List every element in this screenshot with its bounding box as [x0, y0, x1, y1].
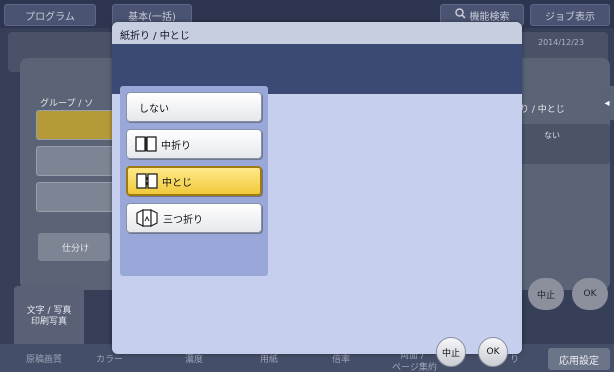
bg-option-3	[36, 182, 114, 212]
fold-staple-summary-label: り / 中とじ	[520, 105, 565, 115]
fold-staple-dialog: 紙折り / 中とじ しない 中折り 中とじ 三つ折り	[112, 22, 522, 354]
bg-option-2	[36, 146, 114, 176]
bottom-tab-combine: ページ集約	[392, 363, 437, 372]
side-tab-arrow: ◂	[600, 86, 614, 120]
application-settings-button: 応用設定	[548, 348, 610, 370]
saddle-stitch-icon	[136, 173, 158, 189]
tri-fold-icon	[135, 209, 159, 227]
sort-button: 仕分け	[38, 233, 110, 261]
option-half-fold-label: 中折り	[161, 140, 191, 152]
fold-staple-summary-value: ない	[510, 124, 610, 164]
option-saddle-stitch[interactable]: 中とじ	[126, 166, 262, 196]
job-display-button[interactable]: ジョブ表示	[530, 4, 610, 26]
stop-button[interactable]: 中止	[436, 337, 466, 367]
original-type-line2: 印刷写真	[30, 317, 67, 327]
original-type-tile: 文字 / 写真 印刷写真	[14, 286, 84, 346]
ok-button[interactable]: OK	[478, 337, 508, 367]
option-tri-fold-label: 三つ折り	[163, 214, 203, 226]
option-none-label: しない	[139, 103, 169, 115]
date-display: 2014/12/23	[538, 38, 585, 47]
option-half-fold[interactable]: 中折り	[126, 129, 262, 159]
option-saddle-stitch-label: 中とじ	[162, 177, 192, 189]
bg-stop-button: 中止	[528, 278, 564, 310]
group-sort-label: グループ / ソ	[40, 99, 94, 109]
original-type-line1: 文字 / 写真	[26, 306, 72, 316]
dialog-title: 紙折り / 中とじ	[112, 22, 522, 44]
program-button[interactable]: プログラム	[4, 4, 96, 26]
option-none[interactable]: しない	[126, 92, 262, 122]
bg-ok-button: OK	[572, 278, 608, 310]
bg-option-1	[36, 110, 114, 140]
bottom-tab-quality: 原稿画質	[26, 355, 63, 365]
half-fold-icon	[135, 136, 157, 152]
option-tri-fold[interactable]: 三つ折り	[126, 203, 262, 233]
search-icon	[454, 8, 466, 22]
function-search-label: 機能検索	[469, 11, 510, 23]
